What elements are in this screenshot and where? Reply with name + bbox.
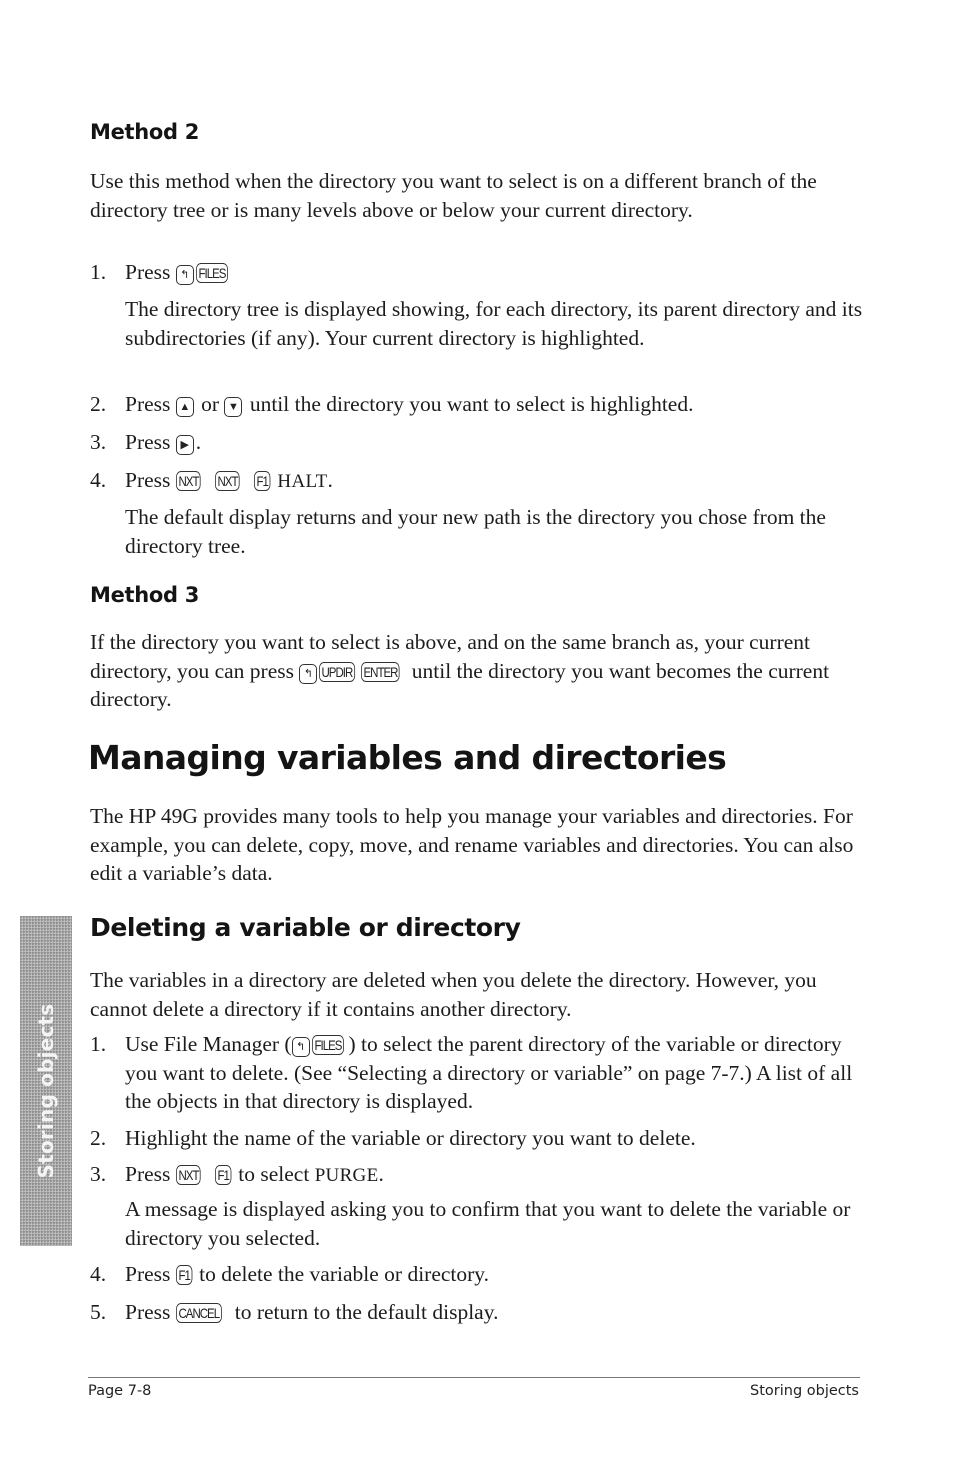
step-number: 1. [90,1032,107,1056]
step-number: 5. [90,1300,107,1324]
step-text: to select [232,1162,315,1186]
step-text: Press [125,430,176,454]
side-tab-label: Storing objects [34,1003,58,1179]
step-number: 2. [90,392,107,416]
footer-divider [88,1377,860,1378]
chapter-title: Storing objects [750,1383,859,1399]
step-text: . [327,468,333,492]
step-text: Highlight the name of the variable or di… [125,1126,696,1150]
step-text: Use File Manager ( [125,1032,292,1056]
step-text: to return to the default display. [229,1300,499,1324]
updir-key: UPDIR [319,661,356,682]
enter-key: ENTER [360,661,400,682]
nxt-key: NXT [175,1165,201,1185]
down-arrow-key-icon: ▼ [224,397,243,417]
method2-intro: Use this method when the directory you w… [90,169,817,222]
step-text: or [195,392,225,416]
step-text: . [378,1162,384,1186]
f1-key: F1 [214,1165,232,1185]
files-key: FILES [311,1035,344,1055]
step-text: Press [125,1262,176,1286]
left-shift-key-icon: ↰ [299,663,318,684]
step-number: 4. [90,1262,107,1286]
deleting-intro: The variables in a directory are deleted… [90,968,817,1021]
managing-intro: The HP 49G provides many tools to help y… [90,804,854,885]
nxt-key: NXT [175,471,201,491]
purge-menu-label: PURGE [314,1165,379,1186]
cancel-key: CANCEL [175,1303,222,1323]
files-key: FILES [195,263,228,283]
right-arrow-key-icon: ▶ [175,435,194,455]
f1-key: F1 [254,471,271,491]
left-shift-key-icon: ↰ [291,1037,310,1057]
step-text: Press [125,1300,176,1324]
step-number: 2. [90,1126,107,1150]
chapter-side-tab: Storing objects [20,916,72,1246]
managing-heading: Managing variables and directories [88,738,727,777]
step-number: 3. [90,430,107,454]
step-number: 4. [90,468,107,492]
step-number: 3. [90,1162,107,1186]
nxt-key: NXT [214,471,240,491]
method2-heading: Method 2 [90,120,200,144]
step-number: 1. [90,260,107,284]
method3-heading: Method 3 [90,583,200,607]
step-text: to delete the variable or directory. [193,1262,490,1286]
method3-text: If the directory you want to select is a… [90,628,870,714]
up-arrow-key-icon: ▲ [175,397,194,417]
halt-menu-label: HALT [277,471,328,492]
deleting-heading: Deleting a variable or directory [90,913,521,942]
method2-step1-note: The directory tree is displayed showing,… [125,297,863,350]
step-text: Press [125,392,176,416]
deleting-step3-note: A message is displayed asking you to con… [125,1197,851,1250]
left-shift-key-icon: ↰ [175,265,194,285]
step-text: Press [125,1162,176,1186]
step-text: Press [125,468,176,492]
step-text: Press [125,260,176,284]
f1-key: F1 [175,1265,193,1285]
step-text: until the directory you want to select i… [244,392,694,416]
page-number: Page 7-8 [88,1383,152,1399]
method2-step4-note: The default display returns and your new… [125,505,826,558]
step-text: . [195,430,202,454]
